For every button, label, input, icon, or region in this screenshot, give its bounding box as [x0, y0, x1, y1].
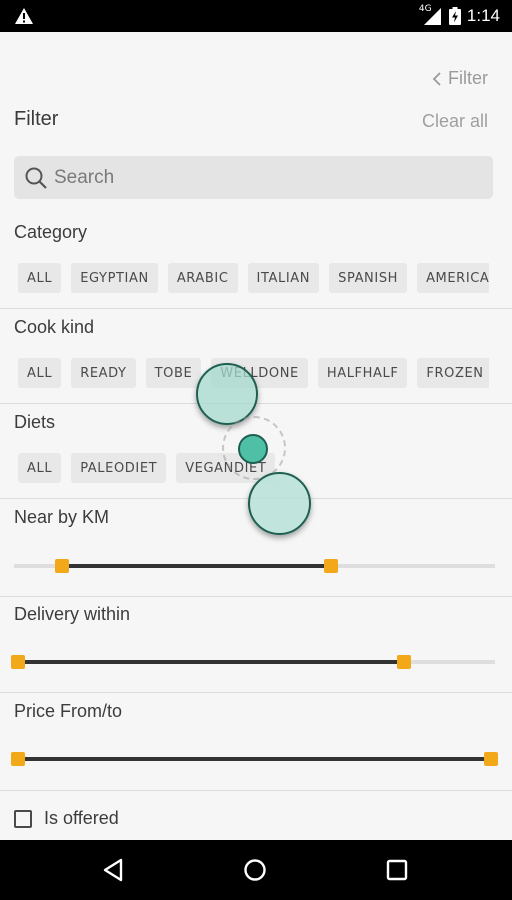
category-chip-all[interactable]: ALL [18, 263, 62, 293]
cook-kind-chip-all[interactable]: ALL [18, 358, 62, 388]
divider [0, 692, 512, 693]
cook-kind-chip-halfhalf[interactable]: HALFHALF [317, 358, 408, 388]
divider [0, 308, 512, 309]
is-offered-label: Is offered [44, 808, 119, 828]
cook-kind-title: Cook kind [14, 317, 95, 337]
status-icons: 4G 1:14 [419, 0, 500, 32]
slider-max-thumb[interactable] [324, 559, 339, 573]
back-filter-label: Filter [448, 68, 488, 88]
search-icon [25, 167, 47, 189]
slider-fill [14, 757, 495, 761]
delivery-slider[interactable] [11, 652, 495, 672]
cook-kind-chip-ready[interactable]: READY [71, 358, 136, 388]
category-chip-italian[interactable]: ITALIAN [247, 263, 320, 293]
divider [0, 403, 512, 404]
search-bar[interactable] [14, 156, 493, 199]
slider-fill [14, 660, 404, 664]
chevron-left-icon [432, 71, 441, 86]
battery-charging-icon [448, 7, 461, 25]
price-slider[interactable] [11, 749, 498, 769]
diets-chip-paleodiet[interactable]: PALEODIET [71, 453, 167, 483]
back-icon[interactable] [99, 856, 127, 884]
divider [0, 498, 512, 499]
is-offered-checkbox[interactable] [14, 809, 32, 828]
category-chip-american[interactable]: AMERICAN [417, 263, 489, 293]
cook-kind-chip-welldone[interactable]: WELLDONE [211, 358, 308, 388]
near-by-slider[interactable] [14, 556, 495, 576]
divider [0, 596, 512, 597]
category-chips: ALL EGYPTIAN ARABIC ITALIAN SPANISH AMER… [18, 263, 489, 293]
signal-icon: 4G [419, 4, 443, 26]
navigation-bar [0, 840, 512, 900]
home-icon[interactable] [241, 856, 269, 884]
back-filter-button[interactable]: Filter [432, 68, 488, 89]
slider-min-thumb[interactable] [11, 655, 25, 669]
slider-max-thumb[interactable] [484, 752, 498, 766]
search-input[interactable] [52, 165, 476, 190]
diets-chip-vegandiet[interactable]: VEGANDIET [176, 453, 276, 483]
delivery-title: Delivery within [14, 604, 131, 624]
diets-chip-all[interactable]: ALL [18, 453, 62, 483]
slider-max-thumb[interactable] [396, 655, 411, 669]
slider-min-thumb[interactable] [55, 559, 70, 573]
slider-fill [62, 564, 332, 568]
cook-kind-chips: ALL READY TOBE WELLDONE HALFHALF FROZEN [18, 358, 489, 388]
near-by-title: Near by KM [14, 507, 110, 527]
phone-screen: 4G 1:14 Filter Filter Clear all Search C… [0, 0, 512, 900]
recents-icon[interactable] [383, 856, 411, 884]
divider [0, 790, 512, 791]
page-title: Filter [14, 108, 59, 130]
diets-chips: ALL PALEODIET VEGANDIET [18, 453, 276, 483]
category-title: Category [14, 222, 88, 242]
category-chips-container: ALL EGYPTIAN ARABIC ITALIAN SPANISH AMER… [0, 263, 489, 303]
status-time: 1:14 [466, 6, 500, 25]
category-chip-spanish[interactable]: SPANISH [329, 263, 408, 293]
slider-min-thumb[interactable] [11, 752, 25, 766]
diets-title: Diets [14, 412, 56, 432]
price-title: Price From/to [14, 701, 123, 721]
clear-all-button[interactable]: Clear all [422, 111, 488, 132]
cook-kind-chip-frozen[interactable]: FROZEN [417, 358, 489, 388]
category-chip-arabic[interactable]: ARABIC [167, 263, 238, 293]
cook-kind-chip-tobe[interactable]: TOBE [145, 358, 202, 388]
cook-kind-chips-container: ALL READY TOBE WELLDONE HALFHALF FROZEN [0, 358, 489, 398]
diets-chips-container: ALL PALEODIET VEGANDIET [0, 453, 489, 493]
category-chip-egyptian[interactable]: EGYPTIAN [71, 263, 158, 293]
warning-icon [15, 8, 33, 24]
is-offered-checkbox-row[interactable]: Is offered [14, 808, 119, 829]
status-bar: 4G 1:14 [0, 0, 512, 32]
